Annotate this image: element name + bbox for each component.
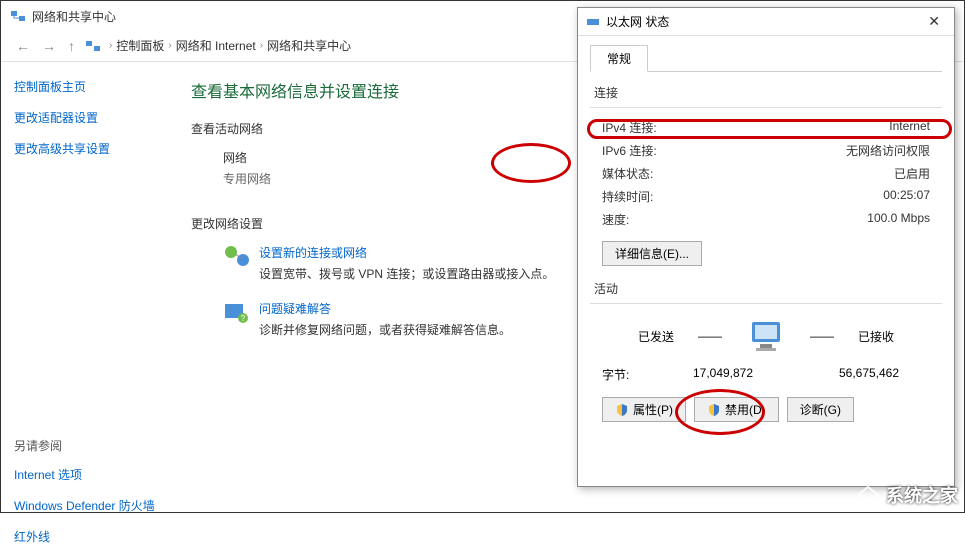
sidebar-related-0[interactable]: Internet 选项 (14, 466, 155, 483)
troubleshoot-icon: ? (223, 300, 251, 324)
ipv4-value: Internet (889, 119, 930, 136)
disable-button[interactable]: 禁用(D) (694, 397, 779, 422)
bytes-label: 字节: (602, 366, 662, 383)
watermark: 系统之家 (854, 482, 958, 508)
shield-icon (615, 403, 629, 417)
details-button[interactable]: 详细信息(E)... (602, 241, 702, 266)
sidebar: 控制面板主页 更改适配器设置 更改高级共享设置 另请参阅 Internet 选项… (2, 62, 167, 511)
svg-text:?: ? (241, 314, 246, 323)
dialog-title: 以太网 状态 (606, 13, 922, 30)
tab-general[interactable]: 常规 (590, 45, 648, 72)
house-icon (854, 483, 882, 507)
ipv6-label: IPv6 连接: (602, 142, 846, 159)
sent-label: 已发送 (638, 328, 674, 345)
new-connection-link[interactable]: 设置新的连接或网络 (259, 244, 554, 261)
crumb-1[interactable]: 网络和 Internet (176, 37, 256, 54)
duration-value: 00:25:07 (883, 188, 930, 205)
nav-back[interactable]: ← (10, 38, 36, 54)
duration-label: 持续时间: (602, 188, 883, 205)
media-value: 已启用 (894, 165, 930, 182)
troubleshoot-desc: 诊断并修复网络问题，或者获得疑难解答信息。 (259, 321, 511, 338)
dash-left: —— (698, 329, 722, 343)
computer-icon (746, 320, 786, 352)
activity-group-title: 活动 (594, 280, 942, 297)
shield-icon (707, 403, 721, 417)
sent-bytes: 17,049,872 (662, 366, 784, 383)
activity-diagram: 已发送 —— —— 已接收 (590, 312, 942, 360)
troubleshoot-link[interactable]: 问题疑难解答 (259, 300, 511, 317)
ethernet-status-dialog: 以太网 状态 ✕ 常规 连接 IPv4 连接:Internet IPv6 连接:… (577, 7, 955, 487)
window-title: 网络和共享中心 (32, 8, 116, 25)
speed-label: 速度: (602, 211, 867, 228)
recv-bytes: 56,675,462 (808, 366, 930, 383)
dialog-titlebar[interactable]: 以太网 状态 ✕ (578, 8, 954, 36)
recv-label: 已接收 (858, 328, 894, 345)
ipv4-label: IPv4 连接: (602, 119, 889, 136)
nav-up[interactable]: ↑ (62, 38, 81, 54)
nav-fwd[interactable]: → (36, 38, 62, 54)
media-label: 媒体状态: (602, 165, 894, 182)
sidebar-related-2[interactable]: 红外线 (14, 528, 155, 545)
dash-right: —— (810, 329, 834, 343)
sidebar-home[interactable]: 控制面板主页 (14, 78, 155, 95)
crumb-0[interactable]: 控制面板 (116, 37, 164, 54)
ipv6-value: 无网络访问权限 (846, 142, 930, 159)
connection-group-title: 连接 (594, 84, 942, 101)
sidebar-adapter-settings[interactable]: 更改适配器设置 (14, 109, 155, 126)
diagnose-button[interactable]: 诊断(G) (787, 397, 854, 422)
close-button[interactable]: ✕ (922, 13, 946, 30)
chevron-right-icon: › (256, 40, 267, 51)
dialog-body: 常规 连接 IPv4 连接:Internet IPv6 连接:无网络访问权限 媒… (578, 36, 954, 438)
sidebar-related-title: 另请参阅 (14, 437, 155, 454)
crumb-2[interactable]: 网络和共享中心 (267, 37, 351, 54)
breadcrumb-icon (85, 38, 101, 54)
properties-button[interactable]: 属性(P) (602, 397, 686, 422)
network-center-icon (10, 8, 26, 24)
new-connection-icon (223, 244, 251, 268)
ethernet-dialog-icon (586, 15, 600, 29)
new-connection-desc: 设置宽带、拨号或 VPN 连接；或设置路由器或接入点。 (259, 265, 554, 282)
chevron-right-icon: › (164, 40, 175, 51)
chevron-right-icon: › (105, 40, 116, 51)
speed-value: 100.0 Mbps (867, 211, 930, 228)
sidebar-related-1[interactable]: Windows Defender 防火墙 (14, 497, 155, 514)
sidebar-advanced-sharing[interactable]: 更改高级共享设置 (14, 140, 155, 157)
